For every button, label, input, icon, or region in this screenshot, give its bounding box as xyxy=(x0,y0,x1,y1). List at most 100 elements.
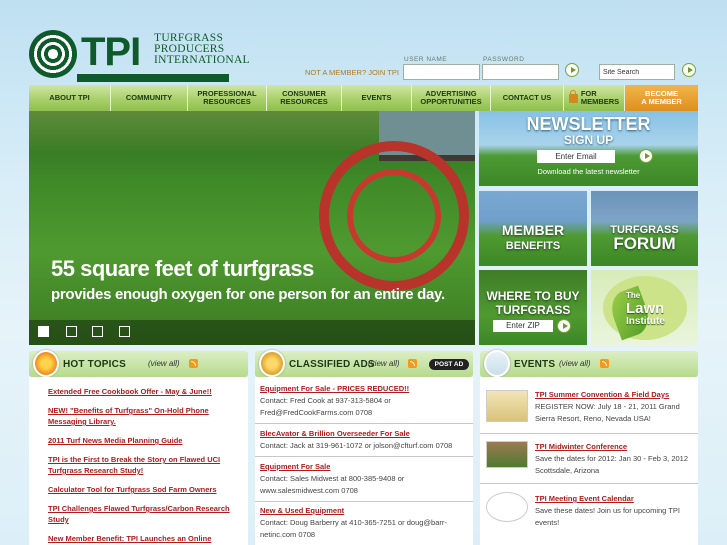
list-item[interactable]: New Member Benefit: TPI Launches an Onli… xyxy=(48,533,248,544)
divider xyxy=(480,433,698,434)
event-thumbnail[interactable] xyxy=(486,441,528,468)
zip-input[interactable]: Enter ZIP xyxy=(493,320,553,332)
list-item[interactable]: NEW! "Benefits of Turfgrass" On-Hold Pho… xyxy=(48,405,248,427)
logo-text: TPI xyxy=(81,30,141,74)
list-item[interactable]: Calculator Tool for Turfgrass Sod Farm O… xyxy=(48,484,248,495)
ad-title[interactable]: BlecAvator & Brillion Overseeder For Sal… xyxy=(260,428,470,440)
list-item-text: NEW! "Benefits of Turfgrass" On-Hold Pho… xyxy=(48,406,209,415)
member-benefits-tile[interactable]: MEMBER BENEFITS xyxy=(479,191,587,266)
swirl-logo-icon xyxy=(29,30,77,78)
list-item[interactable]: TPI Summer Convention & Field Days REGIS… xyxy=(535,389,695,425)
event-title[interactable]: TPI Meeting Event Calendar xyxy=(535,493,695,505)
zip-go-button[interactable] xyxy=(557,319,571,333)
hot-topics-view-all[interactable]: (view all) xyxy=(148,359,180,368)
newsletter-go-button[interactable] xyxy=(639,149,653,163)
list-item-text: Calculator Tool for Turfgrass Sod Farm O… xyxy=(48,485,217,494)
nav-for-members[interactable]: FOR MEMBERS xyxy=(564,85,625,111)
lawn-text-line: Lawn xyxy=(626,300,665,317)
hero-subline: provides enough oxygen for one person fo… xyxy=(51,286,445,303)
nav-become-member[interactable]: BECOME A MEMBER xyxy=(625,85,698,111)
list-item-text: TPI is the First to Break the Story on F… xyxy=(48,455,221,464)
tag-icon xyxy=(259,350,285,377)
rss-icon[interactable] xyxy=(600,359,609,368)
slide-dot[interactable] xyxy=(38,326,49,337)
post-ad-button[interactable]: POST AD xyxy=(429,359,469,370)
list-item[interactable]: Equipment For Sale - PRICES REDUCED!! Co… xyxy=(260,383,470,419)
slide-dot[interactable] xyxy=(66,326,77,337)
ad-detail: www.salesmidwest.com 0708 xyxy=(260,486,358,495)
newsletter-subtitle: SIGN UP xyxy=(563,133,614,147)
events-list: TPI Summer Convention & Field Days REGIS… xyxy=(480,377,698,545)
lock-icon xyxy=(568,89,578,103)
ad-title[interactable]: Equipment For Sale xyxy=(260,461,470,473)
newsletter-email-input[interactable]: Enter Email xyxy=(537,150,615,163)
where-to-buy-tile[interactable]: WHERE TO BUY TURFGRASS Enter ZIP xyxy=(479,270,587,345)
login-go-button[interactable] xyxy=(565,63,579,77)
newsletter-tile[interactable]: NEWSLETTER SIGN UP Enter Email Download … xyxy=(479,111,698,186)
nav-label: OPPORTUNITIES xyxy=(420,97,482,106)
nav-about[interactable]: ABOUT TPI xyxy=(29,85,111,111)
nav-community[interactable]: COMMUNITY xyxy=(111,85,188,111)
ad-title[interactable]: Equipment For Sale - PRICES REDUCED!! xyxy=(260,383,470,395)
nav-label: A MEMBER xyxy=(641,97,682,106)
list-item[interactable]: TPI Challenges Flawed Turfgrass/Carbon R… xyxy=(48,503,248,525)
list-item[interactable]: New & Used Equipment Contact: Doug Barbe… xyxy=(260,505,470,541)
logo-subtitle: TURFGRASS PRODUCERS INTERNATIONAL xyxy=(154,32,250,66)
tile-label: FORUM xyxy=(613,234,676,253)
event-thumbnail[interactable] xyxy=(486,390,528,422)
join-link[interactable]: NOT A MEMBER? JOIN TPI xyxy=(305,68,399,77)
nav-label: COMMUNITY xyxy=(125,93,173,102)
lawn-institute-tile[interactable]: The Lawn Institute xyxy=(591,270,698,345)
list-item-text: TPI Challenges Flawed Turfgrass/Carbon R… xyxy=(48,504,230,513)
slide-controls xyxy=(29,320,475,345)
classified-view-all[interactable]: (view all) xyxy=(368,359,400,368)
nav-label: CONTACT US xyxy=(502,93,552,102)
username-input[interactable] xyxy=(403,64,480,80)
nav-events[interactable]: EVENTS xyxy=(342,85,412,111)
divider xyxy=(255,456,473,457)
event-title[interactable]: TPI Summer Convention & Field Days xyxy=(535,389,695,401)
search-go-button[interactable] xyxy=(682,63,696,77)
hot-topics-header: HOT TOPICS (view all) xyxy=(29,350,248,377)
list-item-text: 2011 Turf News Media Planning Guide xyxy=(48,436,183,445)
tile-label: MEMBER xyxy=(501,222,565,238)
list-item[interactable]: Extended Free Cookbook Offer - May & Jun… xyxy=(48,386,248,397)
classified-ads-title: CLASSIFIED ADS xyxy=(289,359,375,370)
tile-label: WHERE TO BUY xyxy=(486,289,580,303)
site-search-input[interactable] xyxy=(599,64,675,80)
lawn-institute-text: The Lawn Institute xyxy=(626,290,665,327)
password-input[interactable] xyxy=(482,64,559,80)
hero-headline: 55 square feet of turfgrass xyxy=(51,256,314,281)
rss-icon[interactable] xyxy=(189,359,198,368)
hero-banner[interactable]: 55 square feet of turfgrass provides eno… xyxy=(29,111,475,345)
events-view-all[interactable]: (view all) xyxy=(559,359,591,368)
event-detail: events! xyxy=(535,518,560,527)
event-title[interactable]: TPI Midwinter Conference xyxy=(535,441,695,453)
list-item[interactable]: BlecAvator & Brillion Overseeder For Sal… xyxy=(260,428,470,452)
nav-professional-resources[interactable]: PROFESSIONAL RESOURCES xyxy=(188,85,267,111)
list-item[interactable]: TPI Meeting Event Calendar Save these da… xyxy=(535,493,695,529)
nav-advertising[interactable]: ADVERTISING OPPORTUNITIES xyxy=(412,85,491,111)
tpi-logo[interactable]: TPI TURFGRASS PRODUCERS INTERNATIONAL xyxy=(29,30,250,82)
list-item[interactable]: 2011 Turf News Media Planning Guide xyxy=(48,435,248,446)
calendar-icon xyxy=(484,350,510,377)
ad-title[interactable]: New & Used Equipment xyxy=(260,505,470,517)
save-the-date-icon[interactable] xyxy=(486,492,528,522)
newsletter-download-link[interactable]: Download the latest newsletter xyxy=(479,167,698,176)
lawn-text-line: Institute xyxy=(626,316,665,327)
nav-label: MEMBERS xyxy=(580,97,620,106)
nav-contact[interactable]: CONTACT US xyxy=(491,85,564,111)
slide-dot[interactable] xyxy=(92,326,103,337)
list-item[interactable]: TPI is the First to Break the Story on F… xyxy=(48,454,248,476)
list-item[interactable]: Equipment For Sale Contact: Sales Midwes… xyxy=(260,461,470,497)
event-detail: REGISTER NOW: July 18 - 21, 2011 Grand xyxy=(535,402,680,411)
list-item[interactable]: TPI Midwinter Conference Save the dates … xyxy=(535,441,695,477)
list-item-text: New Member Benefit: TPI Launches an Onli… xyxy=(48,534,212,543)
hot-topics-title: HOT TOPICS xyxy=(63,359,126,370)
password-label: PASSWORD xyxy=(483,56,525,63)
nav-consumer-resources[interactable]: CONSUMER RESOURCES xyxy=(267,85,342,111)
rss-icon[interactable] xyxy=(408,359,417,368)
divider xyxy=(255,423,473,424)
slide-dot[interactable] xyxy=(119,326,130,337)
turfgrass-forum-tile[interactable]: TURFGRASS FORUM xyxy=(591,191,698,266)
